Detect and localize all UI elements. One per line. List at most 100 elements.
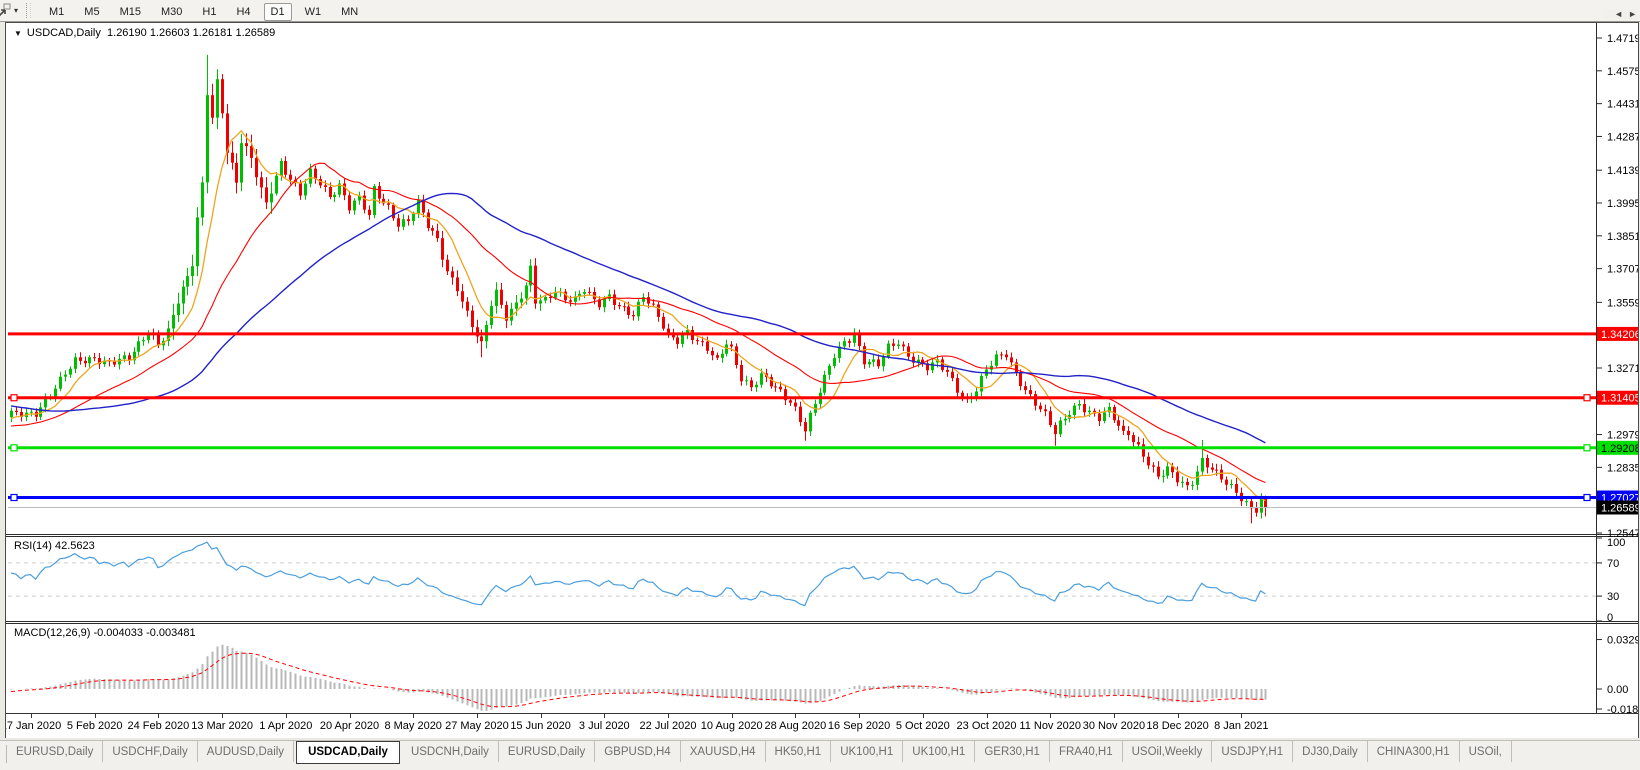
date-tick [987, 714, 988, 718]
chart-tab-eurusd-daily[interactable]: EURUSD,Daily [499, 741, 595, 762]
price-chart-canvas[interactable]: 1.471901.457501.443101.428701.413901.399… [6, 23, 1638, 713]
svg-text:70: 70 [1607, 558, 1619, 570]
chart-tab-usoil-[interactable]: USOil, [1460, 741, 1512, 762]
chart-ohlc-values: 1.26190 1.26603 1.26181 1.26589 [107, 27, 275, 39]
chart-tab-dj30-daily[interactable]: DJ30,Daily [1293, 741, 1368, 762]
chart-symbol-label: USDCAD,Daily [27, 27, 101, 39]
tabbar-grip [0, 745, 7, 763]
tab-scroll-left-icon[interactable]: ◄ [1614, 9, 1623, 19]
chart-window: 1.471901.457501.443101.428701.413901.399… [5, 22, 1639, 738]
svg-text:1.29790: 1.29790 [1607, 430, 1638, 442]
date-tick [1178, 714, 1179, 718]
chart-tab-fra40-h1[interactable]: FRA40,H1 [1050, 741, 1123, 762]
svg-text:1.38510: 1.38510 [1607, 231, 1638, 243]
timeframe-buttons: M1 M5 M15 M30 H1 H4 D1 W1 MN [39, 2, 368, 20]
date-tick [1241, 714, 1242, 718]
chart-tab-usdchf-daily[interactable]: USDCHF,Daily [103, 741, 197, 762]
date-axis-label: 8 Jan 2021 [1214, 720, 1268, 732]
date-axis-label: 3 Jul 2020 [579, 720, 630, 732]
chart-tab-usdjpy-h1[interactable]: USDJPY,H1 [1212, 741, 1293, 762]
date-tick [604, 714, 605, 718]
svg-text:1.41390: 1.41390 [1607, 165, 1638, 177]
chart-tab-uk100-h1[interactable]: UK100,H1 [903, 741, 975, 762]
tab-scroll-right-icon[interactable]: ► [1628, 9, 1637, 19]
svg-text:-0.018154: -0.018154 [1607, 704, 1638, 713]
rsi-indicator-label: RSI(14) 42.5623 [14, 540, 95, 552]
svg-text:1.29208: 1.29208 [1601, 443, 1638, 455]
chart-tab-uk100-h1[interactable]: UK100,H1 [831, 741, 903, 762]
chart-tab-usoil-weekly[interactable]: USOil,Weekly [1123, 741, 1213, 762]
date-tick [477, 714, 478, 718]
svg-text:1.39950: 1.39950 [1607, 198, 1638, 210]
chart-tab-usdcad-daily[interactable]: USDCAD,Daily [296, 741, 400, 764]
chart-tab-xauusd-h4[interactable]: XAUUSD,H4 [681, 741, 766, 762]
date-axis-label: 13 Mar 2020 [191, 720, 253, 732]
toolbar-grip [26, 3, 31, 18]
collapse-chart-icon[interactable]: ▼ [14, 29, 22, 38]
chevron-down-icon[interactable]: ▾ [14, 6, 18, 15]
date-tick [859, 714, 860, 718]
date-tick [222, 714, 223, 718]
svg-text:1.45750: 1.45750 [1607, 66, 1638, 78]
svg-text:1.31405: 1.31405 [1601, 393, 1638, 405]
timeframe-button-m1[interactable]: M1 [42, 3, 71, 21]
date-tick [413, 714, 414, 718]
date-axis-label: 1 Apr 2020 [259, 720, 312, 732]
date-tick [31, 714, 32, 718]
date-axis-label: 16 Sep 2020 [828, 720, 890, 732]
svg-text:1.28350: 1.28350 [1607, 462, 1638, 474]
date-axis-label: 20 Apr 2020 [320, 720, 379, 732]
chart-tab-china300-h1[interactable]: CHINA300,H1 [1368, 741, 1460, 762]
date-axis[interactable]: 17 Jan 20205 Feb 202024 Feb 202013 Mar 2… [6, 713, 1638, 738]
svg-text:1.34206: 1.34206 [1601, 329, 1638, 341]
svg-text:0.032972: 0.032972 [1607, 635, 1638, 647]
svg-text:0.00: 0.00 [1607, 684, 1628, 696]
macd-indicator-label: MACD(12,26,9) -0.004033 -0.003481 [14, 627, 196, 639]
date-tick [158, 714, 159, 718]
date-tick [286, 714, 287, 718]
chart-title: ▼ USDCAD,Daily 1.26190 1.26603 1.26181 1.… [14, 27, 275, 39]
date-tick [95, 714, 96, 718]
timeframe-button-d1[interactable]: D1 [264, 3, 292, 21]
chart-tab-hk50-h1[interactable]: HK50,H1 [766, 741, 832, 762]
timeframe-button-h4[interactable]: H4 [229, 3, 257, 21]
svg-text:1.37070: 1.37070 [1607, 264, 1638, 276]
chart-tab-gbpusd-h4[interactable]: GBPUSD,H4 [595, 741, 680, 762]
date-axis-label: 27 May 2020 [445, 720, 509, 732]
chart-tabs-bar: EURUSD,DailyUSDCHF,DailyAUDUSD,DailyUSDC… [0, 740, 1640, 770]
timeframe-button-h1[interactable]: H1 [195, 3, 223, 21]
date-axis-label: 5 Feb 2020 [67, 720, 123, 732]
date-tick [668, 714, 669, 718]
timeframe-button-m15[interactable]: M15 [113, 3, 148, 21]
svg-text:0: 0 [1607, 612, 1613, 624]
date-axis-label: 11 Nov 2020 [1019, 720, 1081, 732]
date-tick [732, 714, 733, 718]
cursor-tool-icon[interactable] [0, 3, 12, 19]
date-axis-label: 5 Oct 2020 [896, 720, 950, 732]
svg-text:100: 100 [1607, 537, 1625, 549]
date-axis-label: 28 Aug 2020 [764, 720, 826, 732]
timeframe-button-m5[interactable]: M5 [77, 3, 106, 21]
date-tick [1050, 714, 1051, 718]
date-tick [795, 714, 796, 718]
chart-tab-usdcnh-daily[interactable]: USDCNH,Daily [402, 741, 499, 762]
chart-tab-ger30-h1[interactable]: GER30,H1 [975, 741, 1050, 762]
date-tick [923, 714, 924, 718]
svg-text:1.42870: 1.42870 [1607, 131, 1638, 143]
date-axis-label: 22 Jul 2020 [640, 720, 697, 732]
date-axis-label: 23 Oct 2020 [957, 720, 1017, 732]
timeframe-button-m30[interactable]: M30 [154, 3, 189, 21]
date-axis-label: 24 Feb 2020 [128, 720, 190, 732]
date-axis-label: 10 Aug 2020 [701, 720, 763, 732]
timeframe-button-mn[interactable]: MN [334, 3, 365, 21]
date-axis-label: 30 Nov 2020 [1083, 720, 1145, 732]
date-axis-label: 18 Dec 2020 [1146, 720, 1208, 732]
timeframe-button-w1[interactable]: W1 [298, 3, 329, 21]
date-tick [350, 714, 351, 718]
top-toolbar: ▾ M1 M5 M15 M30 H1 H4 D1 W1 MN [0, 0, 1640, 22]
chart-tab-audusd-daily[interactable]: AUDUSD,Daily [198, 741, 294, 762]
date-axis-label: 8 May 2020 [384, 720, 441, 732]
chart-tab-eurusd-daily[interactable]: EURUSD,Daily [7, 741, 103, 762]
date-tick [1114, 714, 1115, 718]
date-axis-label: 15 Jun 2020 [510, 720, 571, 732]
